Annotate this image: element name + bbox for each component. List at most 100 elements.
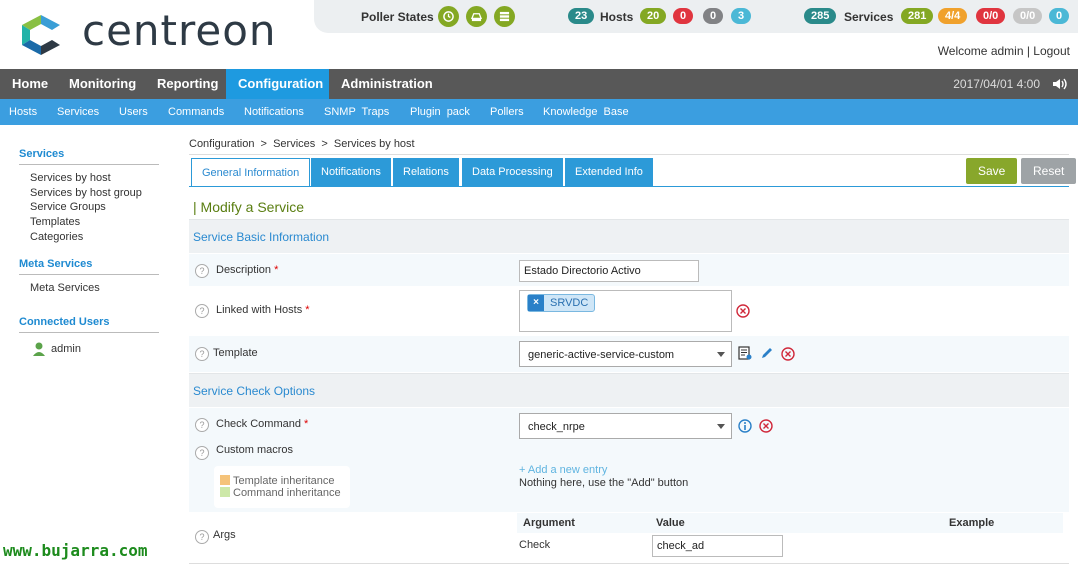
clear-icon[interactable] (736, 304, 750, 318)
tab-notifications[interactable]: Notifications (311, 158, 391, 186)
help-icon[interactable]: ? (195, 347, 209, 361)
args-argument-name: Check (519, 539, 551, 551)
description-label: Description * (216, 264, 279, 276)
services-ok-badge[interactable]: 281 (901, 8, 934, 24)
welcome-logout[interactable]: Welcome admin | Logout (938, 44, 1070, 58)
sidebar-item-services-by-host[interactable]: Services by host (30, 172, 111, 184)
legend-swatch-template (220, 475, 230, 485)
inheritance-legend: Template inheritance Command inheritance (214, 466, 350, 508)
divider (189, 154, 1069, 155)
help-icon[interactable]: ? (195, 264, 209, 278)
subnav-plugin-pack[interactable]: Plugin pack (410, 106, 470, 118)
tab-relations[interactable]: Relations (393, 158, 459, 186)
description-input[interactable]: Estado Directorio Activo (519, 260, 699, 282)
tab-extended-info[interactable]: Extended Info (565, 158, 653, 186)
linked-hosts-label: Linked with Hosts * (216, 304, 310, 316)
subnav-hosts[interactable]: Hosts (9, 106, 37, 118)
tab-data-processing[interactable]: Data Processing (462, 158, 563, 186)
watermark: www.bujarra.com (3, 541, 148, 560)
sidebar-users-title: Connected Users (19, 316, 159, 333)
services-warning-badge[interactable]: 4/4 (938, 8, 968, 24)
save-button[interactable]: Save (966, 158, 1018, 184)
hosts-up-badge[interactable]: 20 (640, 8, 667, 24)
reset-button[interactable]: Reset (1021, 158, 1077, 184)
section-basic-info: Service Basic Information (189, 219, 1069, 253)
hosts-label: Hosts (600, 10, 634, 24)
header: centreon Poller States 23 Hosts 20 0 0 3… (0, 0, 1078, 69)
volume-icon[interactable] (1052, 78, 1068, 90)
args-header-argument: Argument (523, 517, 575, 529)
sidebar-item-categories[interactable]: Categories (30, 231, 83, 243)
services-pending-badge[interactable]: 0 (1049, 8, 1070, 24)
subnav-knowledge-base[interactable]: Knowledge Base (543, 106, 629, 118)
user-icon (33, 342, 45, 356)
sidebar-item-templates[interactable]: Templates (30, 216, 80, 228)
args-value-input[interactable]: check_ad (652, 535, 783, 557)
services-unknown-badge[interactable]: 0/0 (1013, 8, 1043, 24)
services-total-badge[interactable]: 285 (804, 8, 837, 24)
host-tag: × SRVDC (527, 294, 596, 312)
stack-icon[interactable] (494, 6, 515, 27)
nav-reporting[interactable]: Reporting (145, 69, 230, 99)
sidebar-item-meta-services[interactable]: Meta Services (30, 282, 100, 294)
nav-configuration[interactable]: Configuration (226, 69, 329, 99)
legend-template: Template inheritance (233, 475, 335, 487)
edit-icon[interactable] (760, 346, 774, 360)
host-tag-label: SRVDC (550, 297, 589, 309)
document-icon[interactable] (738, 346, 752, 360)
add-entry-link[interactable]: + Add a new entry (519, 464, 607, 476)
breadcrumb[interactable]: Configuration > Services > Services by h… (189, 138, 415, 150)
tab-general-information[interactable]: General Information (191, 158, 311, 186)
nav-home[interactable]: Home (0, 69, 60, 99)
clear-icon[interactable] (781, 347, 795, 361)
args-header-value: Value (656, 517, 685, 529)
datetime: 2017/04/01 4:00 (953, 77, 1040, 91)
subnav-users[interactable]: Users (119, 106, 148, 118)
legend-swatch-command (220, 487, 230, 497)
hosts-unreachable-badge[interactable]: 0 (703, 8, 724, 24)
chevron-down-icon (717, 424, 725, 429)
section-check-options: Service Check Options (189, 373, 1069, 407)
help-icon[interactable]: ? (195, 446, 209, 460)
hosts-pending-badge[interactable]: 3 (731, 8, 752, 24)
help-icon[interactable]: ? (195, 418, 209, 432)
sidebar-services-title: Services (19, 148, 159, 165)
subnav-services[interactable]: Services (57, 106, 99, 118)
centreon-logo-icon (22, 15, 60, 55)
hosts-down-badge[interactable]: 0 (673, 8, 694, 24)
divider (189, 563, 1069, 564)
legend-command: Command inheritance (233, 487, 341, 499)
subnav-commands[interactable]: Commands (168, 106, 224, 118)
template-label: Template (213, 347, 258, 359)
database-icon[interactable] (466, 6, 487, 27)
clear-icon[interactable] (759, 419, 773, 433)
hosts-total-badge[interactable]: 23 (568, 8, 595, 24)
form-title: | Modify a Service (193, 199, 305, 215)
check-command-select[interactable]: check_nrpe (519, 413, 732, 439)
services-label: Services (844, 10, 894, 24)
check-command-label: Check Command * (216, 418, 309, 430)
connected-user-admin: admin (51, 343, 81, 355)
help-icon[interactable]: ? (195, 304, 209, 318)
sidebar-item-services-by-host-group[interactable]: Services by host group (30, 187, 142, 199)
template-select-value: generic-active-service-custom (528, 349, 675, 361)
poller-states-label: Poller States (361, 10, 434, 24)
section-check-options-title: Service Check Options (193, 384, 316, 398)
subnav-pollers[interactable]: Pollers (490, 106, 524, 118)
sidebar-item-service-groups[interactable]: Service Groups (30, 201, 106, 213)
sub-nav: Hosts Services Users Commands Notificati… (0, 99, 1078, 125)
template-select[interactable]: generic-active-service-custom (519, 341, 732, 367)
nav-monitoring[interactable]: Monitoring (57, 69, 148, 99)
nav-administration[interactable]: Administration (329, 69, 445, 99)
section-basic-info-title: Service Basic Information (193, 230, 330, 244)
check-command-select-value: check_nrpe (528, 421, 585, 433)
help-icon[interactable]: ? (195, 530, 209, 544)
tab-divider (189, 186, 1069, 187)
subnav-notifications[interactable]: Notifications (244, 106, 304, 118)
info-icon[interactable] (738, 419, 752, 433)
sidebar-meta-title: Meta Services (19, 258, 159, 275)
clock-icon[interactable] (438, 6, 459, 27)
remove-tag-icon[interactable]: × (528, 295, 544, 311)
subnav-snmp-traps[interactable]: SNMP Traps (324, 106, 389, 118)
services-critical-badge[interactable]: 0/0 (976, 8, 1006, 24)
